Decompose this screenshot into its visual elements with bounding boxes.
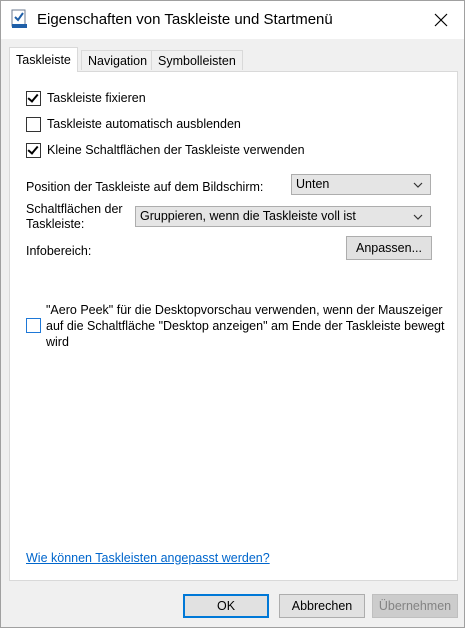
- tab-panel: Taskleiste fixieren Taskleiste automatis…: [9, 71, 458, 581]
- dialog-window: Eigenschaften von Taskleiste und Startme…: [0, 0, 465, 628]
- help-link[interactable]: Wie können Taskleisten angepasst werden?: [26, 551, 270, 565]
- buttons-group-dropdown[interactable]: Gruppieren, wenn die Taskleiste voll ist: [135, 206, 431, 227]
- chevron-down-icon: [413, 182, 423, 188]
- window-title: Eigenschaften von Taskleiste und Startme…: [37, 11, 333, 28]
- fix-taskbar-label: Taskleiste fixieren: [47, 91, 146, 105]
- buttons-group-label: Schaltflächen der Taskleiste:: [26, 202, 123, 231]
- autohide-taskbar-label: Taskleiste automatisch ausblenden: [47, 117, 241, 131]
- tab-symbolleisten[interactable]: Symbolleisten: [151, 50, 243, 70]
- tab-taskleiste[interactable]: Taskleiste: [9, 47, 78, 72]
- close-button[interactable]: [418, 1, 464, 39]
- aero-peek-label: "Aero Peek" für die Desktopvorschau verw…: [46, 303, 445, 349]
- position-dropdown[interactable]: Unten: [291, 174, 431, 195]
- ok-button[interactable]: OK: [183, 594, 269, 618]
- option-autohide-taskbar[interactable]: Taskleiste automatisch ausblenden: [26, 115, 241, 133]
- position-value: Unten: [296, 177, 330, 191]
- customize-button[interactable]: Anpassen...: [346, 236, 432, 260]
- tab-navigation[interactable]: Navigation: [81, 50, 155, 70]
- cancel-button[interactable]: Abbrechen: [279, 594, 365, 618]
- position-label: Position der Taskleiste auf dem Bildschi…: [26, 180, 264, 194]
- infobereich-label: Infobereich:: [26, 244, 92, 258]
- apply-button[interactable]: Übernehmen: [372, 594, 458, 618]
- small-buttons-checkbox[interactable]: [26, 142, 41, 158]
- buttons-group-value: Gruppieren, wenn die Taskleiste voll ist: [140, 209, 356, 223]
- title-bar[interactable]: Eigenschaften von Taskleiste und Startme…: [1, 1, 464, 39]
- small-buttons-label: Kleine Schaltflächen der Taskleiste verw…: [47, 143, 305, 157]
- autohide-taskbar-checkbox[interactable]: [26, 116, 41, 132]
- fix-taskbar-checkbox[interactable]: [26, 90, 41, 106]
- taskbar-properties-icon: [10, 9, 30, 29]
- option-fix-taskbar[interactable]: Taskleiste fixieren: [26, 89, 146, 107]
- close-icon: [434, 13, 448, 27]
- chevron-down-icon: [413, 214, 423, 220]
- option-small-buttons[interactable]: Kleine Schaltflächen der Taskleiste verw…: [26, 141, 305, 159]
- aero-peek-checkbox[interactable]: [26, 318, 41, 333]
